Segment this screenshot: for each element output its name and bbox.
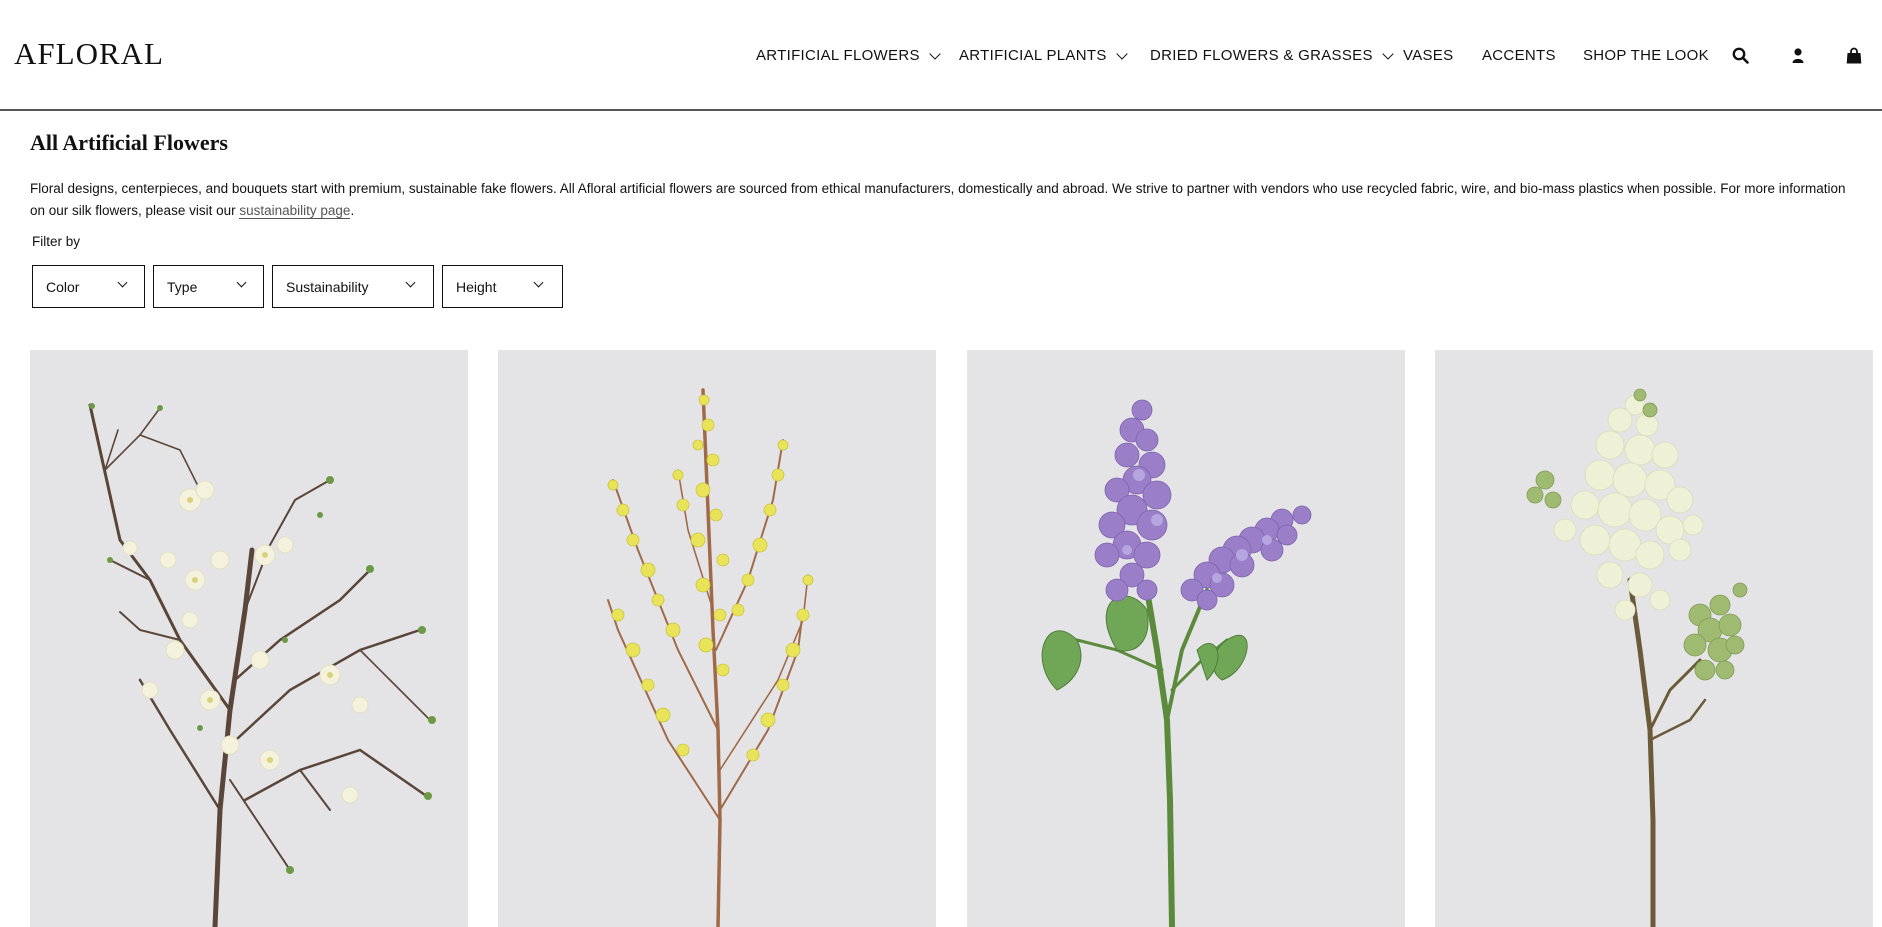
nav-vases[interactable]: VASES bbox=[1403, 47, 1453, 64]
sustainability-page-link[interactable]: sustainability page bbox=[239, 203, 351, 219]
filter-color-label: Color bbox=[46, 279, 80, 295]
search-icon[interactable] bbox=[1731, 46, 1751, 66]
filter-type-dropdown[interactable]: Type bbox=[153, 265, 264, 308]
chevron-down-icon bbox=[1382, 47, 1394, 60]
filter-sustainability-label: Sustainability bbox=[286, 279, 369, 295]
nav-label: ACCENTS bbox=[1482, 47, 1556, 64]
collection-description: Floral designs, centerpieces, and bouque… bbox=[30, 178, 1850, 222]
product-card-4[interactable] bbox=[1435, 350, 1873, 927]
filter-color-dropdown[interactable]: Color bbox=[32, 265, 145, 308]
account-icon[interactable] bbox=[1788, 46, 1808, 66]
nav-dried-flowers-grasses[interactable]: DRIED FLOWERS & GRASSES bbox=[1150, 47, 1394, 64]
nav-label: SHOP THE LOOK bbox=[1583, 47, 1709, 64]
filter-label: Filter by bbox=[32, 234, 81, 249]
nav-label: ARTIFICIAL PLANTS bbox=[959, 47, 1107, 64]
product-card-2[interactable] bbox=[498, 350, 936, 927]
nav-label: VASES bbox=[1403, 47, 1454, 64]
chevron-down-icon bbox=[117, 277, 128, 288]
description-end: . bbox=[350, 203, 355, 218]
chevron-down-icon bbox=[405, 277, 416, 288]
product-card-1[interactable] bbox=[30, 350, 468, 927]
nav-label: ARTIFICIAL FLOWERS bbox=[756, 47, 920, 64]
nav-artificial-flowers[interactable]: ARTIFICIAL FLOWERS bbox=[756, 47, 941, 64]
chevron-down-icon bbox=[1115, 47, 1128, 60]
filter-sustainability-dropdown[interactable]: Sustainability bbox=[272, 265, 434, 308]
page-title: All Artificial Flowers bbox=[30, 130, 228, 155]
nav-accents[interactable]: ACCENTS bbox=[1482, 47, 1556, 64]
nav-artificial-plants[interactable]: ARTIFICIAL PLANTS bbox=[959, 47, 1128, 64]
product-card-3[interactable] bbox=[967, 350, 1405, 927]
nav-shop-the-look[interactable]: SHOP THE LOOK bbox=[1583, 47, 1709, 64]
cart-icon[interactable] bbox=[1844, 46, 1864, 66]
chevron-down-icon bbox=[533, 277, 544, 288]
white-blossom-branch-image bbox=[88, 403, 436, 927]
yellow-forsythia-branch-image bbox=[607, 388, 814, 927]
filter-height-dropdown[interactable]: Height bbox=[442, 265, 563, 308]
cream-lilac-stem-image bbox=[1526, 388, 1748, 927]
purple-lilac-stem-image bbox=[1041, 399, 1312, 927]
main-nav: ARTIFICIAL FLOWERS ARTIFICIAL PLANTS DRI… bbox=[0, 47, 1882, 67]
nav-label: DRIED FLOWERS & GRASSES bbox=[1150, 47, 1373, 64]
chevron-down-icon bbox=[929, 47, 941, 60]
filter-height-label: Height bbox=[456, 279, 497, 295]
filter-type-label: Type bbox=[167, 279, 198, 295]
chevron-down-icon bbox=[236, 277, 247, 288]
site-header: AFLORAL ARTIFICIAL FLOWERS ARTIFICIAL PL… bbox=[0, 0, 1882, 111]
